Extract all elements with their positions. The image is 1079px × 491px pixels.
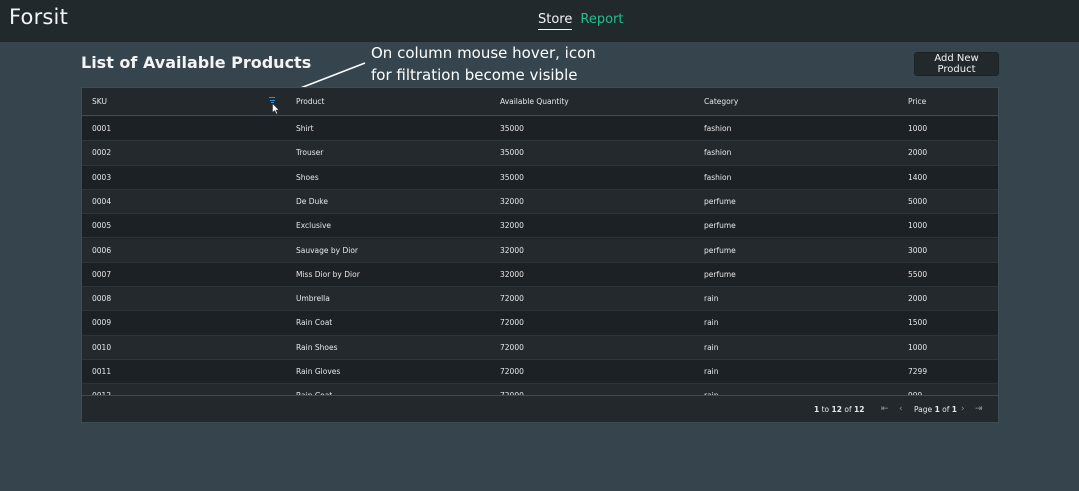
cell-price: 1000 (908, 124, 928, 133)
table-row[interactable]: 0007 Miss Dior by Dior 32000 perfume 5500 (82, 262, 998, 288)
table-row[interactable]: 0004 De Duke 32000 perfume 5000 (82, 189, 998, 215)
cell-quantity: 32000 (500, 196, 524, 206)
top-navbar: Forsit Store Report (0, 0, 1079, 42)
cell-quantity: 72000 (500, 384, 524, 395)
cell-sku: 0003 (92, 172, 112, 182)
cell-product: Sauvage by Dior (296, 245, 359, 255)
cell-category: rain (704, 294, 719, 304)
cell-price: 5000 (908, 196, 928, 206)
cell-category: perfume (704, 196, 736, 206)
cell-sku: 0009 (92, 318, 112, 328)
cell-quantity: 72000 (500, 294, 524, 304)
cell-category: perfume (704, 221, 736, 231)
table-row[interactable]: 0003 Shoes 35000 fashion 1400 (82, 165, 998, 190)
table-row[interactable]: 0010 Rain Shoes 72000 rain 1000 (82, 335, 998, 360)
cell-price: 1000 (908, 342, 928, 352)
table-row[interactable]: 0002 Trouser 35000 fashion 2000 (82, 141, 998, 166)
cell-price: 5500 (908, 269, 928, 279)
cell-quantity: 35000 (500, 124, 524, 133)
next-page-icon[interactable]: › (961, 396, 965, 422)
table-header: SKU Product Available Quantity Category … (82, 88, 998, 116)
cell-quantity: 72000 (500, 342, 524, 352)
table-row[interactable]: 0001 Shirt 35000 fashion 1000 (82, 117, 998, 142)
cell-price: 7299 (908, 367, 928, 376)
cell-quantity: 32000 (500, 221, 524, 231)
cell-quantity: 32000 (500, 269, 524, 279)
add-new-product-button[interactable]: Add New Product (914, 52, 999, 76)
cell-category: rain (704, 342, 719, 352)
page-indicator: Page 1 of 1 (914, 405, 958, 414)
cell-quantity: 72000 (500, 367, 524, 376)
column-header-price[interactable]: Price (908, 88, 926, 116)
column-header-sku[interactable]: SKU (92, 88, 107, 116)
cell-price: 2000 (908, 294, 928, 304)
cell-product: Miss Dior by Dior (296, 269, 360, 279)
table-row[interactable]: 0006 Sauvage by Dior 32000 perfume 3000 (82, 238, 998, 263)
cell-product: Shoes (296, 172, 319, 182)
cell-category: rain (704, 367, 719, 376)
table-body[interactable]: 0001 Shirt 35000 fashion 1000 0002 Trouser 3500… (82, 117, 998, 395)
table-row[interactable]: 0005 Exclusive 32000 perfume 1000 (82, 214, 998, 239)
nav-link-report[interactable]: Report (580, 12, 623, 30)
cell-price: 3000 (908, 245, 928, 255)
cell-category: perfume (704, 269, 736, 279)
column-header-category[interactable]: Category (704, 88, 738, 116)
annotation-line-1: On column mouse hover, icon (371, 44, 596, 62)
cell-sku: 0006 (92, 245, 112, 255)
cell-quantity: 32000 (500, 245, 524, 255)
main-nav: Store Report (538, 12, 623, 30)
cell-sku: 0005 (92, 221, 112, 231)
brand-logo[interactable]: Forsit (9, 5, 68, 29)
cell-product: Trouser (296, 148, 324, 158)
cell-product: Rain Coat (296, 384, 332, 395)
table-row[interactable]: 0011 Rain Gloves 72000 rain 7299 (82, 360, 998, 385)
cell-quantity: 35000 (500, 148, 524, 158)
cell-sku: 0007 (92, 269, 112, 279)
nav-link-store[interactable]: Store (538, 12, 573, 30)
cell-category: fashion (704, 148, 732, 158)
cell-sku: 0010 (92, 342, 112, 352)
cell-product: Rain Shoes (296, 342, 338, 352)
cell-category: rain (704, 384, 719, 395)
products-table: SKU Product Available Quantity Category … (81, 87, 999, 423)
cell-product: Exclusive (296, 221, 332, 231)
cell-quantity: 72000 (500, 318, 524, 328)
cell-sku: 0002 (92, 148, 112, 158)
cell-sku: 0012 (92, 384, 111, 395)
cell-product: Shirt (296, 124, 314, 133)
cell-sku: 0004 (92, 196, 112, 206)
cell-category: fashion (704, 172, 732, 182)
cell-product: Umbrella (296, 294, 330, 304)
table-row[interactable]: 0008 Umbrella 72000 rain 2000 (82, 287, 998, 312)
last-page-icon[interactable]: ⇥ (975, 396, 983, 422)
cell-price: 1400 (908, 172, 928, 182)
cell-category: rain (704, 318, 719, 328)
mouse-cursor-icon (272, 103, 280, 115)
pagination-bar: 1 to 12 of 12 ⇤ ‹ Page 1 of 1 › ⇥ (82, 395, 998, 422)
cell-sku: 0008 (92, 294, 112, 304)
table-row[interactable]: 0009 Rain Coat 72000 rain 1500 (82, 311, 998, 336)
cell-product: De Duke (296, 196, 328, 206)
cell-price: 1000 (908, 221, 928, 231)
first-page-icon[interactable]: ⇤ (881, 396, 889, 422)
table-row[interactable]: 0012 Rain Coat 72000 rain 999 (82, 384, 998, 395)
prev-page-icon[interactable]: ‹ (899, 396, 903, 422)
cell-price: 999 (908, 384, 922, 395)
row-count-summary: 1 to 12 of 12 (814, 405, 865, 414)
annotation-text: On column mouse hover, icon for filtrati… (371, 42, 631, 86)
annotation-line-2: for filtration become visible (371, 66, 578, 84)
cell-sku: 0011 (92, 367, 112, 376)
cell-sku: 0001 (92, 124, 112, 133)
column-header-product[interactable]: Product (296, 88, 324, 116)
column-header-available-quantity[interactable]: Available Quantity (500, 88, 569, 116)
cell-category: perfume (704, 245, 736, 255)
cell-price: 2000 (908, 148, 928, 158)
cell-quantity: 35000 (500, 172, 524, 182)
cell-product: Rain Gloves (296, 367, 341, 376)
cell-product: Rain Coat (296, 318, 333, 328)
cell-price: 1500 (908, 318, 928, 328)
cell-category: fashion (704, 124, 732, 133)
